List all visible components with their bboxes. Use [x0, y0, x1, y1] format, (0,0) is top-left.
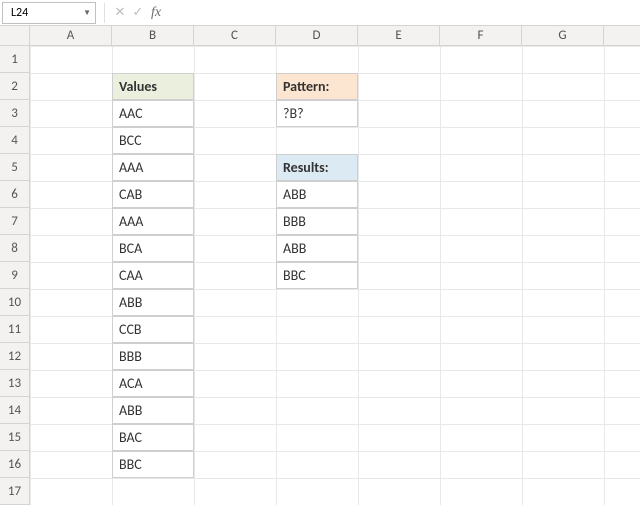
cell-result[interactable]: ABB — [276, 181, 358, 208]
col-header[interactable]: G — [522, 26, 604, 45]
row-header[interactable]: 8 — [0, 235, 30, 262]
row-header[interactable]: 15 — [0, 424, 30, 451]
cell-value[interactable]: CAA — [112, 262, 194, 289]
cell-value-text: BCC — [119, 132, 142, 149]
cell-value-text: BCA — [119, 240, 142, 257]
formula-bar: L24 ▼ ✕ ✓ fx — [0, 0, 640, 26]
spreadsheet[interactable]: A B C D E F G 1 2 3 4 5 6 7 8 9 10 11 12… — [0, 26, 640, 505]
cell-value[interactable]: BCA — [112, 235, 194, 262]
cell-value[interactable]: CAB — [112, 181, 194, 208]
cell-value-text: CAA — [119, 267, 143, 284]
row-header[interactable]: 7 — [0, 208, 30, 235]
cell-grid[interactable]: Values AAC BCC AAA CAB AAA BCA CAA ABB CCB BBB ACA A… — [30, 46, 640, 505]
chevron-down-icon[interactable]: ▼ — [83, 8, 91, 18]
column-headers: A B C D E F G — [0, 26, 640, 46]
row-header[interactable]: 4 — [0, 127, 30, 154]
cell-results-header[interactable]: Results: — [276, 154, 358, 181]
cell-value-text: AAC — [119, 105, 143, 122]
cell-value[interactable]: AAA — [112, 154, 194, 181]
cell-value-text: ABB — [119, 402, 142, 419]
cell-value-text: CCB — [119, 321, 142, 338]
row-header[interactable]: 13 — [0, 370, 30, 397]
cell-value[interactable]: BCC — [112, 127, 194, 154]
cell-value[interactable]: AAA — [112, 208, 194, 235]
col-header[interactable]: B — [112, 26, 194, 45]
cell-result[interactable]: BBC — [276, 262, 358, 289]
cell-pattern[interactable]: ?B? — [276, 100, 358, 127]
name-box-value: L24 — [11, 6, 28, 20]
row-headers: 1 2 3 4 5 6 7 8 9 10 11 12 13 14 15 16 1… — [0, 46, 30, 505]
row-header[interactable]: 1 — [0, 46, 30, 73]
cell-result-text: ABB — [283, 186, 306, 203]
cell-value-text: ABB — [119, 294, 142, 311]
cell-value-text: CAB — [119, 186, 142, 203]
cell-value-text: BBB — [119, 348, 142, 365]
cell-value-text: AAA — [119, 159, 143, 176]
formula-input[interactable] — [165, 0, 640, 25]
row-header[interactable]: 6 — [0, 181, 30, 208]
cell-result-text: ABB — [283, 240, 306, 257]
cell-value-text: BBC — [119, 456, 142, 473]
cell-value[interactable]: ABB — [112, 397, 194, 424]
fx-icon[interactable]: fx — [147, 2, 165, 24]
cell-value-text: AAA — [119, 213, 143, 230]
name-box[interactable]: L24 ▼ — [2, 2, 96, 24]
row-header[interactable]: 16 — [0, 451, 30, 478]
row-header[interactable]: 9 — [0, 262, 30, 289]
col-header[interactable]: F — [440, 26, 522, 45]
select-all-corner[interactable] — [0, 26, 30, 45]
row-header[interactable]: 10 — [0, 289, 30, 316]
cell-result-text: BBC — [283, 267, 306, 284]
col-header[interactable]: E — [358, 26, 440, 45]
cell-result[interactable]: ABB — [276, 235, 358, 262]
cancel-icon: ✕ — [111, 2, 129, 24]
cell-result[interactable]: BBB — [276, 208, 358, 235]
cell-values-header-text: Values — [119, 78, 157, 95]
row-header[interactable]: 2 — [0, 73, 30, 100]
cell-pattern-text: ?B? — [283, 105, 304, 122]
cell-result-text: BBB — [283, 213, 306, 230]
col-header[interactable]: A — [30, 26, 112, 45]
divider — [104, 3, 105, 23]
cell-values-header[interactable]: Values — [112, 73, 194, 100]
col-header[interactable]: C — [194, 26, 276, 45]
cell-pattern-header-text: Pattern: — [283, 78, 329, 95]
cell-value[interactable]: BAC — [112, 424, 194, 451]
cell-value[interactable]: ABB — [112, 289, 194, 316]
cell-value[interactable]: CCB — [112, 316, 194, 343]
row-header[interactable]: 3 — [0, 100, 30, 127]
row-header[interactable]: 11 — [0, 316, 30, 343]
cell-pattern-header[interactable]: Pattern: — [276, 73, 358, 100]
row-header[interactable]: 14 — [0, 397, 30, 424]
row-header[interactable]: 12 — [0, 343, 30, 370]
row-header[interactable]: 17 — [0, 478, 30, 505]
confirm-icon: ✓ — [129, 2, 147, 24]
cell-value[interactable]: ACA — [112, 370, 194, 397]
row-header[interactable]: 5 — [0, 154, 30, 181]
cell-value[interactable]: BBC — [112, 451, 194, 478]
cell-value[interactable]: AAC — [112, 100, 194, 127]
cell-value-text: BAC — [119, 429, 142, 446]
cell-value[interactable]: BBB — [112, 343, 194, 370]
col-header[interactable]: D — [276, 26, 358, 45]
cell-results-header-text: Results: — [283, 159, 329, 176]
cell-value-text: ACA — [119, 375, 143, 392]
